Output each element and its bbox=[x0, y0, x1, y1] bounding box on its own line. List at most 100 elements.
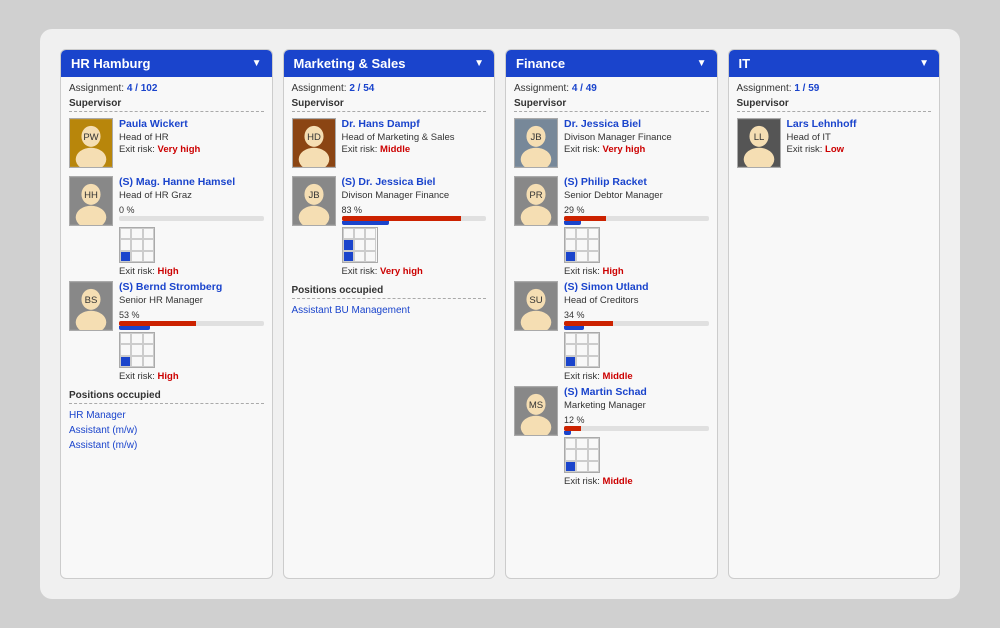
succession-info-1: (S) Bernd Stromberg Senior HR Manager 53… bbox=[119, 281, 264, 382]
grid-cell bbox=[131, 356, 142, 367]
supervisor-card: HD Dr. Hans Dampf Head of Marketing & Sa… bbox=[292, 118, 487, 168]
grid-cell bbox=[343, 228, 354, 239]
column-dropdown-arrow[interactable]: ▼ bbox=[697, 58, 707, 69]
column-header-marketing-sales[interactable]: Marketing & Sales ▼ bbox=[284, 50, 495, 77]
grid-cell bbox=[120, 251, 131, 262]
supervisor-label: Supervisor bbox=[292, 98, 487, 112]
progress-label: 34 % bbox=[564, 310, 709, 320]
grid-cell bbox=[576, 449, 587, 460]
progress-track bbox=[564, 426, 709, 431]
assignment-text: Assignment: 2 / 54 bbox=[292, 83, 487, 94]
position-item-2[interactable]: Assistant (m/w) bbox=[69, 438, 264, 453]
progress-fill-blue bbox=[119, 326, 150, 330]
exit-risk-value: Low bbox=[825, 144, 844, 155]
succession-exit-risk-0: Exit risk: Very high bbox=[342, 266, 487, 277]
position-item-0[interactable]: Assistant BU Management bbox=[292, 303, 487, 318]
assignment-value: 4 / 102 bbox=[127, 83, 158, 94]
grid-cell bbox=[120, 333, 131, 344]
column-finance: Finance ▼ Assignment: 4 / 49 Supervisor … bbox=[505, 49, 718, 579]
svg-text:PW: PW bbox=[83, 132, 98, 143]
succession-title-0: Divison Manager Finance bbox=[342, 190, 487, 202]
grid-cell bbox=[131, 333, 142, 344]
succession-photo-2: MS bbox=[514, 386, 558, 436]
succession-title-2: Marketing Manager bbox=[564, 400, 709, 412]
succession-grid bbox=[564, 437, 600, 473]
supervisor-info: Dr. Jessica Biel Divison Manager Finance… bbox=[564, 118, 709, 155]
position-item-0[interactable]: HR Manager bbox=[69, 408, 264, 423]
column-dropdown-arrow[interactable]: ▼ bbox=[919, 58, 929, 69]
succession-grid bbox=[564, 227, 600, 263]
succession-name-1: (S) Simon Utland bbox=[564, 281, 709, 295]
succession-name-1: (S) Bernd Stromberg bbox=[119, 281, 264, 295]
svg-text:JB: JB bbox=[308, 190, 319, 201]
column-dropdown-arrow[interactable]: ▼ bbox=[474, 58, 484, 69]
column-header-it[interactable]: IT ▼ bbox=[729, 50, 940, 77]
grid-cell bbox=[588, 228, 599, 239]
succession-info-0: (S) Philip Racket Senior Debtor Manager … bbox=[564, 176, 709, 277]
grid-cell bbox=[365, 239, 376, 250]
grid-cell bbox=[343, 239, 354, 250]
succession-title-1: Senior HR Manager bbox=[119, 295, 264, 307]
succession-card-1: SU (S) Simon Utland Head of Creditors 34… bbox=[514, 281, 709, 382]
grid-cell bbox=[588, 449, 599, 460]
supervisor-title: Head of IT bbox=[787, 132, 932, 144]
grid-cell bbox=[565, 228, 576, 239]
supervisor-info: Paula Wickert Head of HR Exit risk: Very… bbox=[119, 118, 264, 155]
column-header-finance[interactable]: Finance ▼ bbox=[506, 50, 717, 77]
position-item-1[interactable]: Assistant (m/w) bbox=[69, 423, 264, 438]
succession-exit-risk-value-0: High bbox=[158, 266, 179, 277]
supervisor-title: Divison Manager Finance bbox=[564, 132, 709, 144]
succession-exit-risk-value-1: High bbox=[158, 371, 179, 382]
grid-cell bbox=[131, 228, 142, 239]
svg-text:SU: SU bbox=[529, 295, 542, 306]
grid-cell bbox=[131, 344, 142, 355]
grid-cell bbox=[576, 228, 587, 239]
progress-bar: 83 % bbox=[342, 205, 487, 221]
grid-cell bbox=[143, 356, 154, 367]
column-dropdown-arrow[interactable]: ▼ bbox=[252, 58, 262, 69]
progress-fill-blue bbox=[564, 326, 584, 330]
progress-bar: 34 % bbox=[564, 310, 709, 326]
progress-track bbox=[564, 321, 709, 326]
progress-bar: 29 % bbox=[564, 205, 709, 221]
grid-cell bbox=[588, 438, 599, 449]
grid-cell bbox=[576, 356, 587, 367]
assignment-text: Assignment: 4 / 49 bbox=[514, 83, 709, 94]
column-header-hr-hamburg[interactable]: HR Hamburg ▼ bbox=[61, 50, 272, 77]
supervisor-name: Dr. Jessica Biel bbox=[564, 118, 709, 132]
progress-bar: 12 % bbox=[564, 415, 709, 431]
column-title: Marketing & Sales bbox=[294, 56, 406, 71]
grid-cell bbox=[143, 228, 154, 239]
supervisor-label: Supervisor bbox=[737, 98, 932, 112]
grid-cell bbox=[365, 228, 376, 239]
succession-title-0: Senior Debtor Manager bbox=[564, 190, 709, 202]
column-hr-hamburg: HR Hamburg ▼ Assignment: 4 / 102 Supervi… bbox=[60, 49, 273, 579]
grid-cell bbox=[131, 239, 142, 250]
succession-exit-risk-0: Exit risk: High bbox=[119, 266, 264, 277]
supervisor-label: Supervisor bbox=[69, 98, 264, 112]
assignment-value: 2 / 54 bbox=[349, 83, 374, 94]
column-body-it: Assignment: 1 / 59 Supervisor LL Lars Le… bbox=[729, 77, 940, 578]
succession-info-2: (S) Martin Schad Marketing Manager 12 % … bbox=[564, 386, 709, 487]
succession-card-0: JB (S) Dr. Jessica Biel Divison Manager … bbox=[292, 176, 487, 277]
progress-label: 53 % bbox=[119, 310, 264, 320]
succession-title-0: Head of HR Graz bbox=[119, 190, 264, 202]
positions-occupied-label: Positions occupied bbox=[69, 390, 264, 404]
progress-track bbox=[564, 216, 709, 221]
grid-cell bbox=[143, 344, 154, 355]
svg-text:BS: BS bbox=[85, 295, 98, 306]
grid-cell bbox=[343, 251, 354, 262]
succession-exit-risk-1: Exit risk: High bbox=[119, 371, 264, 382]
progress-track bbox=[119, 321, 264, 326]
succession-name-0: (S) Mag. Hanne Hamsel bbox=[119, 176, 264, 190]
grid-cell bbox=[565, 333, 576, 344]
succession-exit-risk-value-0: Very high bbox=[380, 266, 423, 277]
grid-cell bbox=[143, 333, 154, 344]
succession-grid bbox=[342, 227, 378, 263]
column-title: IT bbox=[739, 56, 751, 71]
column-body-finance: Assignment: 4 / 49 Supervisor JB Dr. Jes… bbox=[506, 77, 717, 578]
succession-name-0: (S) Dr. Jessica Biel bbox=[342, 176, 487, 190]
succession-grid bbox=[119, 227, 155, 263]
progress-fill-blue bbox=[342, 221, 390, 225]
exit-risk-value: Middle bbox=[380, 144, 410, 155]
